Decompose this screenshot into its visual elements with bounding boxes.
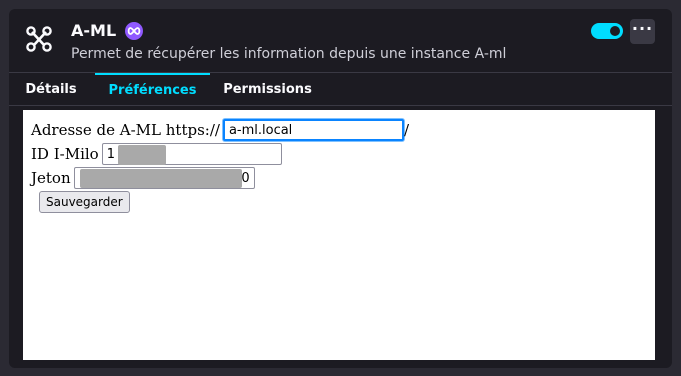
- save-button[interactable]: Sauvegarder: [39, 191, 130, 213]
- title-row: A-ML: [71, 21, 144, 40]
- tab-permissions[interactable]: Permissions: [212, 73, 323, 105]
- tab-preferences[interactable]: Préférences: [95, 73, 210, 105]
- more-dots-icon: ···: [631, 18, 654, 38]
- addon-title: A-ML: [71, 21, 117, 40]
- enable-toggle[interactable]: [591, 23, 623, 39]
- infinity-icon: [125, 21, 144, 40]
- toggle-knob: [610, 26, 620, 36]
- tab-bar: Détails Préférences Permissions: [9, 72, 672, 106]
- url-row: Adresse de A-ML https:// /: [31, 119, 409, 141]
- token-label: Jeton: [31, 169, 71, 187]
- tab-details[interactable]: Détails: [9, 73, 93, 105]
- addon-header: A-ML Permet de récupérer les information…: [9, 9, 672, 73]
- share-nodes-icon: [23, 23, 55, 55]
- preferences-panel: Adresse de A-ML https:// / ID I-Milo Jet…: [23, 110, 655, 360]
- redacted-id: [118, 145, 166, 165]
- more-options-button[interactable]: ···: [630, 19, 655, 44]
- addon-description: Permet de récupérer les information depu…: [71, 46, 507, 62]
- url-label: Adresse de A-ML https://: [31, 121, 220, 139]
- id-label: ID I-Milo: [31, 145, 99, 163]
- addon-card: A-ML Permet de récupérer les information…: [9, 9, 672, 368]
- redacted-token: [80, 169, 242, 188]
- url-input[interactable]: [222, 119, 404, 141]
- url-suffix: /: [403, 121, 409, 139]
